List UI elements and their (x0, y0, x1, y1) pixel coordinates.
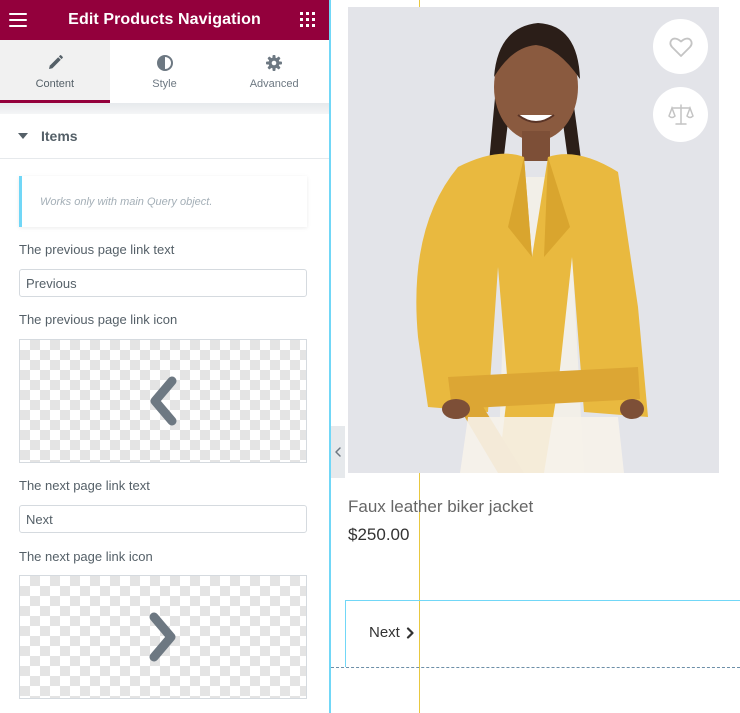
tab-content-label: Content (35, 77, 75, 90)
scales-compare-icon (667, 103, 694, 125)
pencil-icon (48, 54, 63, 69)
tab-advanced-label: Advanced (249, 77, 299, 90)
next-text-input[interactable]: Next (19, 505, 307, 533)
preview-canvas: Faux leather biker jacket $250.00 Next (331, 0, 740, 713)
half-circle-icon (156, 54, 173, 71)
section-title: Items (41, 128, 78, 144)
section-boundary-line (331, 667, 740, 668)
chevron-left-icon (335, 447, 341, 457)
compare-button[interactable] (653, 87, 708, 142)
next-icon-picker[interactable] (19, 575, 307, 699)
heart-icon (668, 37, 693, 57)
gear-icon (266, 54, 283, 71)
caret-down-icon (18, 133, 28, 139)
panel-header: Edit Products Navigation (0, 0, 329, 40)
tab-style[interactable]: Style (110, 40, 220, 103)
wishlist-button[interactable] (653, 19, 708, 74)
next-page-link[interactable]: Next (369, 624, 415, 641)
editor-screen: Edit Products Navigation Content Style A… (0, 0, 740, 713)
chevron-left-icon (150, 376, 177, 426)
section-items-toggle[interactable]: Items (0, 114, 329, 159)
query-notice: Works only with main Query object. (19, 176, 307, 227)
next-link-label: Next (369, 624, 400, 641)
notice-text: Works only with main Query object. (40, 195, 213, 208)
panel-tabs: Content Style Advanced (0, 40, 329, 103)
tab-advanced[interactable]: Advanced (219, 40, 329, 103)
editor-panel: Edit Products Navigation Content Style A… (0, 0, 329, 713)
product-image[interactable] (348, 7, 719, 473)
chevron-right-icon (406, 626, 414, 639)
product-title[interactable]: Faux leather biker jacket (348, 497, 533, 517)
tabs-divider (0, 103, 329, 114)
chevron-right-icon (149, 612, 176, 662)
product-price: $250.00 (348, 525, 410, 544)
tab-style-label: Style (152, 77, 177, 90)
prev-text-label: The previous page link text (19, 242, 175, 257)
prev-text-input[interactable]: Previous (19, 269, 307, 297)
hamburger-menu-icon[interactable] (9, 13, 27, 27)
woman-yellow-jacket-photo (348, 7, 719, 473)
next-text-label: The next page link text (19, 478, 150, 493)
tab-content[interactable]: Content (0, 40, 110, 103)
widgets-grid-icon[interactable] (300, 12, 315, 27)
next-icon-label: The next page link icon (19, 549, 153, 564)
collapse-panel-handle[interactable] (331, 426, 345, 478)
prev-icon-picker[interactable] (19, 339, 307, 463)
panel-title: Edit Products Navigation (68, 11, 261, 28)
prev-icon-label: The previous page link icon (19, 312, 178, 327)
